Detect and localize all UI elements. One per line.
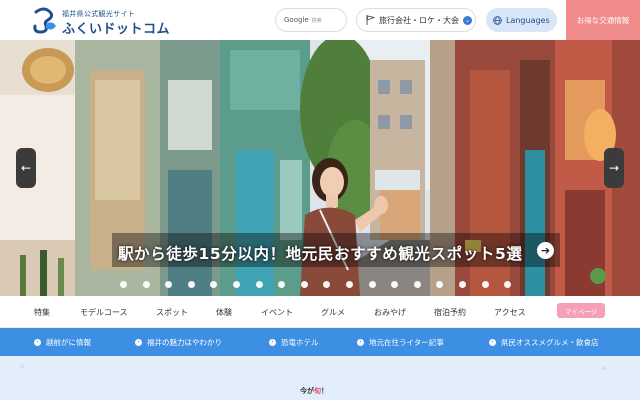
quick-link-label: 恐竜ホテル — [281, 338, 319, 347]
languages-button[interactable]: Languages — [486, 8, 557, 32]
hero-caption[interactable]: 駅から徒歩15分以内！地元民おすすめ観光スポット5選 — [118, 242, 522, 264]
search-brand: Google — [284, 16, 309, 24]
carousel-dot[interactable] — [504, 281, 512, 288]
nav-item-spots[interactable]: スポット — [156, 307, 188, 318]
nav-item-experience[interactable]: 体験 — [216, 307, 232, 318]
quick-link-writer[interactable]: › 地元在住ライター記事 — [357, 337, 444, 348]
languages-label: Languages — [506, 15, 550, 25]
logo-title: ふくいドットコム — [62, 22, 171, 37]
quick-link-dino-hotel[interactable]: › 恐竜ホテル — [269, 337, 319, 348]
main-nav: 特集 モデルコース スポット 体験 イベント グルメ おみやげ 宿泊予約 アクセ… — [0, 296, 640, 328]
nav-item-accommodation[interactable]: 宿泊予約 — [434, 307, 466, 318]
nav-item-gourmet[interactable]: グルメ — [321, 307, 345, 318]
quick-link-label: 越前がに情報 — [46, 338, 91, 347]
mypage-button[interactable]: マイページ — [557, 303, 605, 318]
seasonal-label-prefix: 今が — [300, 387, 314, 395]
nav-item-events[interactable]: イベント — [261, 307, 293, 318]
carousel-next-button[interactable]: → — [604, 148, 624, 188]
carousel-dot[interactable] — [481, 281, 489, 288]
chevron-right-icon: › — [34, 339, 41, 346]
carousel-dot[interactable] — [165, 281, 173, 288]
chevron-right-icon: › — [489, 339, 496, 346]
chevron-right-icon: › — [357, 339, 364, 346]
carousel-dot[interactable] — [120, 281, 127, 288]
arrow-right-icon: → — [608, 161, 620, 175]
carousel-prev-button[interactable]: ← — [16, 148, 36, 188]
transport-deals-button[interactable]: お得な交通情報 — [566, 0, 640, 40]
mypage-label: マイページ — [564, 307, 598, 316]
seasonal-label-highlight: 旬 — [314, 387, 321, 395]
arrow-right-circle-icon[interactable]: ➔ — [537, 242, 554, 259]
seasonal-label: 今が旬！ — [300, 386, 328, 396]
carousel-dot[interactable] — [436, 281, 444, 288]
chevron-right-icon: › — [135, 339, 142, 346]
sparkle-icon: ✦ — [18, 362, 27, 373]
nav-item-souvenirs[interactable]: おみやげ — [374, 307, 406, 318]
quick-link-crab[interactable]: › 越前がに情報 — [34, 337, 91, 348]
search-placeholder: 検索 — [311, 17, 322, 24]
travel-agency-label: 旅行会社・ロケ・大会 — [379, 15, 459, 25]
nav-item-model-course[interactable]: モデルコース — [80, 307, 127, 318]
quick-links-bar: › 越前がに情報 › 福井の魅力はやわかり › 恐竜ホテル › 地元在住ライター… — [0, 328, 640, 356]
carousel-dot[interactable] — [142, 281, 150, 288]
globe-icon — [493, 15, 502, 25]
travel-agency-button[interactable]: 旅行会社・ロケ・大会 ⌄ — [356, 8, 476, 32]
carousel-dot[interactable] — [459, 281, 466, 288]
site-header: 福井県公式観光サイト ふくいドットコム Google 検索 旅行会社・ロケ・大会… — [0, 0, 640, 40]
quick-link-label: 福井の魅力はやわかり — [147, 338, 222, 347]
nav-item-features[interactable]: 特集 — [34, 307, 50, 318]
search-input[interactable]: Google 検索 — [275, 8, 347, 32]
site-logo[interactable]: 福井県公式観光サイト ふくいドットコム — [32, 6, 182, 37]
quick-link-label: 県民オススメグルメ・飲食店 — [501, 338, 599, 347]
flag-icon — [366, 15, 375, 25]
carousel-dot[interactable] — [368, 281, 376, 288]
quick-link-label: 地元在住ライター記事 — [369, 338, 444, 347]
sparkle-icon: ✦ — [600, 364, 609, 375]
carousel-dot[interactable] — [278, 281, 286, 288]
carousel-dot[interactable] — [323, 281, 331, 288]
carousel-dot[interactable] — [413, 281, 421, 288]
carousel-dot[interactable] — [187, 281, 195, 288]
chevron-down-icon: ⌄ — [463, 15, 472, 25]
quick-link-appeal[interactable]: › 福井の魅力はやわかり — [135, 337, 222, 348]
carousel-dot[interactable] — [346, 281, 353, 288]
nav-item-access[interactable]: アクセス — [494, 307, 526, 318]
carousel-dot[interactable] — [255, 281, 263, 288]
logo-mark-icon — [33, 7, 56, 34]
carousel-dot[interactable] — [300, 281, 308, 288]
carousel-dot[interactable] — [210, 281, 218, 288]
quick-link-gourmet[interactable]: › 県民オススメグルメ・飲食店 — [489, 337, 599, 348]
carousel-dot[interactable] — [233, 281, 240, 288]
arrow-left-icon: ← — [20, 161, 32, 175]
carousel-dots — [120, 281, 540, 289]
chevron-right-icon: › — [269, 339, 276, 346]
seasonal-label-suffix: ！ — [321, 387, 328, 395]
carousel-dot[interactable] — [391, 281, 399, 288]
